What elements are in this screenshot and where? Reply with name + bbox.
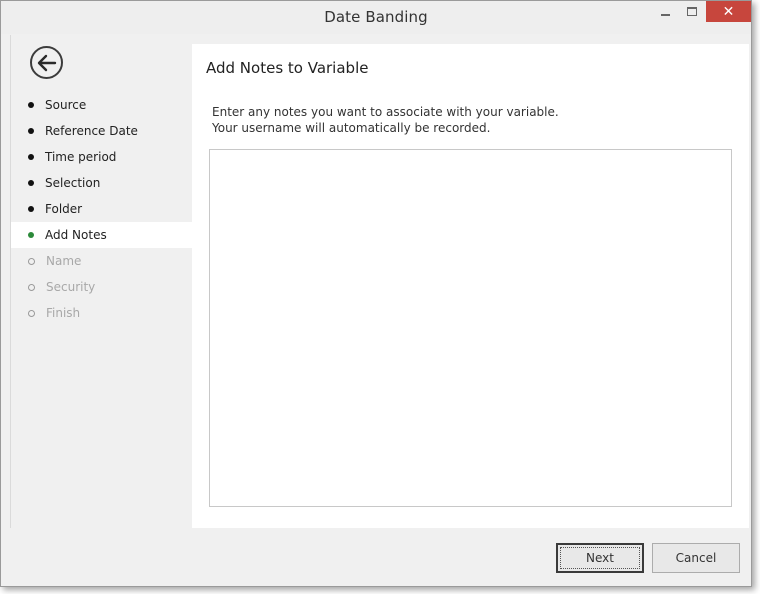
step-status-icon bbox=[28, 154, 34, 160]
step-label: Folder bbox=[45, 202, 83, 216]
next-button[interactable]: Next bbox=[556, 543, 644, 573]
maximize-button[interactable] bbox=[680, 1, 704, 22]
sidebar-step-folder[interactable]: Folder bbox=[11, 196, 193, 222]
step-label: Time period bbox=[45, 150, 117, 164]
minimize-button[interactable] bbox=[653, 1, 677, 22]
sidebar-step-add-notes: Add Notes bbox=[11, 222, 193, 248]
close-button[interactable]: ✕ bbox=[706, 1, 751, 22]
step-status-icon bbox=[28, 128, 34, 134]
step-label: Add Notes bbox=[45, 228, 107, 242]
sidebar-step-security: Security bbox=[11, 274, 193, 300]
step-status-icon bbox=[28, 309, 35, 317]
back-arrow-icon bbox=[37, 54, 56, 71]
close-icon: ✕ bbox=[722, 3, 735, 20]
sidebar-step-selection[interactable]: Selection bbox=[11, 170, 193, 196]
step-list: Source Reference Date Time period Selection… bbox=[11, 92, 193, 326]
notes-textarea[interactable] bbox=[209, 149, 732, 507]
sidebar-step-name: Name bbox=[11, 248, 193, 274]
wizard-sidebar: Source Reference Date Time period Selection… bbox=[10, 35, 193, 528]
description: Enter any notes you want to associate wi… bbox=[212, 104, 559, 136]
step-label: Source bbox=[45, 98, 87, 112]
cancel-button[interactable]: Cancel bbox=[652, 543, 740, 573]
title-bar: Date Banding ✕ bbox=[1, 1, 751, 34]
sidebar-step-time-period[interactable]: Time period bbox=[11, 144, 193, 170]
main-panel: Add Notes to Variable Enter any notes yo… bbox=[192, 44, 749, 528]
description-line-1: Enter any notes you want to associate wi… bbox=[212, 105, 559, 119]
sidebar-step-finish: Finish bbox=[11, 300, 193, 326]
step-label: Name bbox=[46, 254, 82, 268]
step-status-icon bbox=[28, 232, 34, 238]
step-status-icon bbox=[28, 283, 35, 291]
description-line-2: Your username will automatically be reco… bbox=[212, 121, 491, 135]
sidebar-step-reference-date[interactable]: Reference Date bbox=[11, 118, 193, 144]
focus-rect bbox=[560, 547, 640, 569]
cancel-label: Cancel bbox=[675, 551, 717, 565]
minimize-icon bbox=[660, 13, 670, 16]
step-status-icon bbox=[28, 180, 34, 186]
window-title: Date Banding bbox=[324, 8, 428, 26]
step-status-icon bbox=[28, 102, 34, 108]
step-status-icon bbox=[28, 257, 35, 265]
step-label: Selection bbox=[45, 176, 101, 190]
page-title: Add Notes to Variable bbox=[206, 59, 369, 77]
maximize-icon bbox=[687, 7, 697, 16]
step-label: Security bbox=[46, 280, 96, 294]
sidebar-step-source[interactable]: Source bbox=[11, 92, 193, 118]
step-label: Finish bbox=[46, 306, 81, 320]
wizard-window: Date Banding ✕ Source Reference Date Time … bbox=[0, 0, 752, 587]
step-status-icon bbox=[28, 206, 34, 212]
back-button[interactable] bbox=[30, 46, 63, 79]
step-label: Reference Date bbox=[45, 124, 138, 138]
